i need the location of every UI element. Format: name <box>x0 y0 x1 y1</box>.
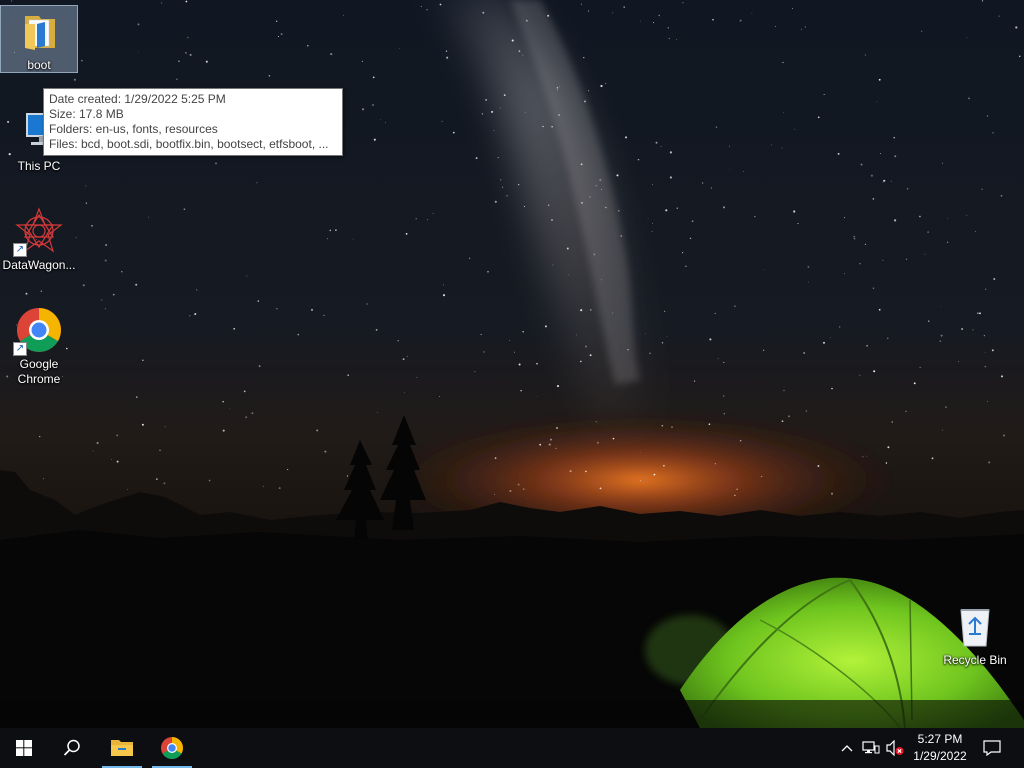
desktop-icon-label: This PC <box>17 159 61 173</box>
chevron-up-icon <box>841 745 853 752</box>
tooltip-date-created: Date created: 1/29/2022 5:25 PM <box>49 92 226 106</box>
desktop-icon-label: Google Chrome <box>17 357 61 386</box>
taskbar-clock[interactable]: 5:27 PM 1/29/2022 <box>906 731 974 765</box>
search-button[interactable] <box>48 728 96 768</box>
volume-tray-button[interactable] <box>884 728 906 768</box>
datawagon-icon: ↗ <box>13 207 63 257</box>
desktop-icon-datawagon[interactable]: ↗ DataWagon... <box>1 203 77 273</box>
action-center-icon <box>983 740 1001 756</box>
search-icon <box>63 739 80 756</box>
file-explorer-icon <box>111 740 133 756</box>
network-icon <box>862 741 880 754</box>
taskbar-file-explorer[interactable] <box>100 728 144 768</box>
recycle-bin-icon <box>951 602 999 650</box>
desktop-icon-boot[interactable]: boot <box>0 5 78 73</box>
desktop-icon-label: DataWagon... <box>2 258 76 272</box>
shortcut-arrow-icon: ↗ <box>13 342 27 356</box>
volume-muted-icon <box>886 740 904 756</box>
folder-info-tooltip: Date created: 1/29/2022 5:25 PM Size: 17… <box>43 88 343 156</box>
tooltip-files: Files: bcd, boot.sdi, bootfix.bin, boots… <box>49 137 329 151</box>
taskbar: 5:27 PM 1/29/2022 <box>0 728 1024 768</box>
clock-time: 5:27 PM <box>917 732 963 746</box>
tooltip-folders: Folders: en-us, fonts, resources <box>49 122 218 136</box>
desktop-icon-recycle-bin[interactable]: Recycle Bin <box>937 598 1013 668</box>
network-tray-button[interactable] <box>860 728 882 768</box>
shortcut-arrow-icon: ↗ <box>13 243 27 257</box>
desktop-icon-label: Recycle Bin <box>943 653 1007 667</box>
folder-icon <box>15 10 63 58</box>
desktop-icon-google-chrome[interactable]: ↗ Google Chrome <box>1 302 77 387</box>
action-center-button[interactable] <box>976 728 1008 768</box>
start-button[interactable] <box>0 728 48 768</box>
show-hidden-icons-button[interactable] <box>838 728 856 768</box>
clock-date: 1/29/2022 <box>913 749 967 763</box>
chrome-icon <box>161 737 183 759</box>
windows-logo-icon <box>16 740 32 756</box>
desktop-icon-label: boot <box>27 58 51 72</box>
chrome-icon: ↗ <box>13 306 63 356</box>
taskbar-google-chrome[interactable] <box>150 728 194 768</box>
tooltip-size: Size: 17.8 MB <box>49 107 124 121</box>
